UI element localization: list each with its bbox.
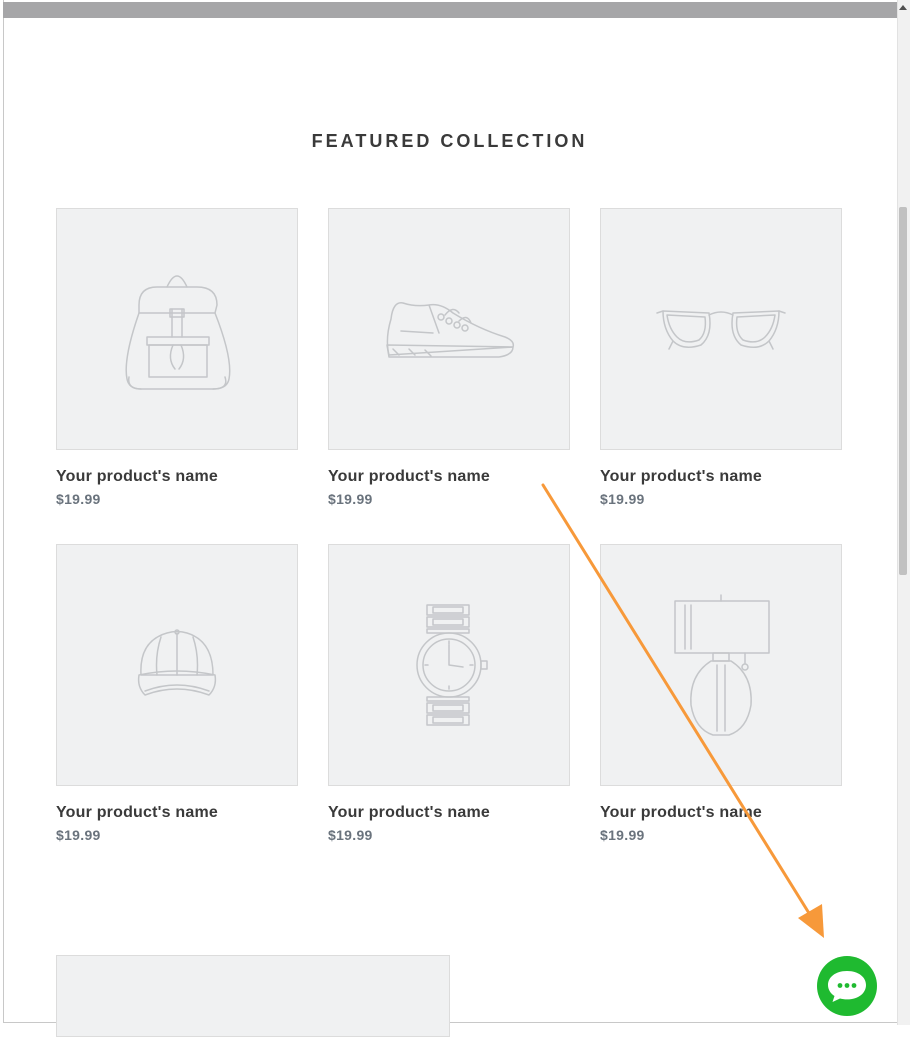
chat-bubble-icon: [828, 971, 866, 1002]
scrollbar-thumb[interactable]: [899, 207, 907, 575]
product-card[interactable]: Your product's name $19.99: [56, 208, 298, 507]
product-price: $19.99: [56, 491, 101, 507]
lamp-icon: [674, 594, 770, 736]
product-name[interactable]: Your product's name: [56, 804, 298, 822]
backpack-icon: [125, 275, 231, 390]
product-card[interactable]: Your product's name $19.99: [328, 544, 570, 843]
glasses-icon: [656, 310, 786, 350]
product-price: $19.99: [56, 827, 101, 843]
product-image[interactable]: [328, 544, 570, 786]
cap-icon: [137, 629, 217, 696]
product-price: $19.99: [600, 827, 645, 843]
product-card[interactable]: Your product's name $19.99: [600, 208, 842, 507]
product-name[interactable]: Your product's name: [328, 468, 570, 486]
product-name[interactable]: Your product's name: [600, 468, 842, 486]
sneaker-icon: [386, 302, 515, 358]
product-image[interactable]: [600, 208, 842, 450]
browser-top-bar: [3, 2, 897, 18]
product-price: $19.99: [328, 491, 373, 507]
scroll-up-arrow-icon[interactable]: [899, 5, 907, 10]
chat-button[interactable]: [817, 956, 877, 1016]
product-image[interactable]: [600, 544, 842, 786]
product-price: $19.99: [600, 491, 645, 507]
product-name[interactable]: Your product's name: [328, 804, 570, 822]
watch-icon: [416, 604, 488, 726]
product-image[interactable]: [328, 208, 570, 450]
product-name[interactable]: Your product's name: [56, 468, 298, 486]
page-viewport: [3, 0, 897, 1023]
product-card[interactable]: Your product's name $19.99: [328, 208, 570, 507]
product-card[interactable]: Your product's name $19.99: [56, 544, 298, 843]
product-image[interactable]: [56, 208, 298, 450]
product-name[interactable]: Your product's name: [600, 804, 842, 822]
product-card[interactable]: Your product's name $19.99: [600, 544, 842, 843]
section-title: FEATURED COLLECTION: [311, 131, 588, 151]
product-image[interactable]: [56, 544, 298, 786]
product-price: $19.99: [328, 827, 373, 843]
